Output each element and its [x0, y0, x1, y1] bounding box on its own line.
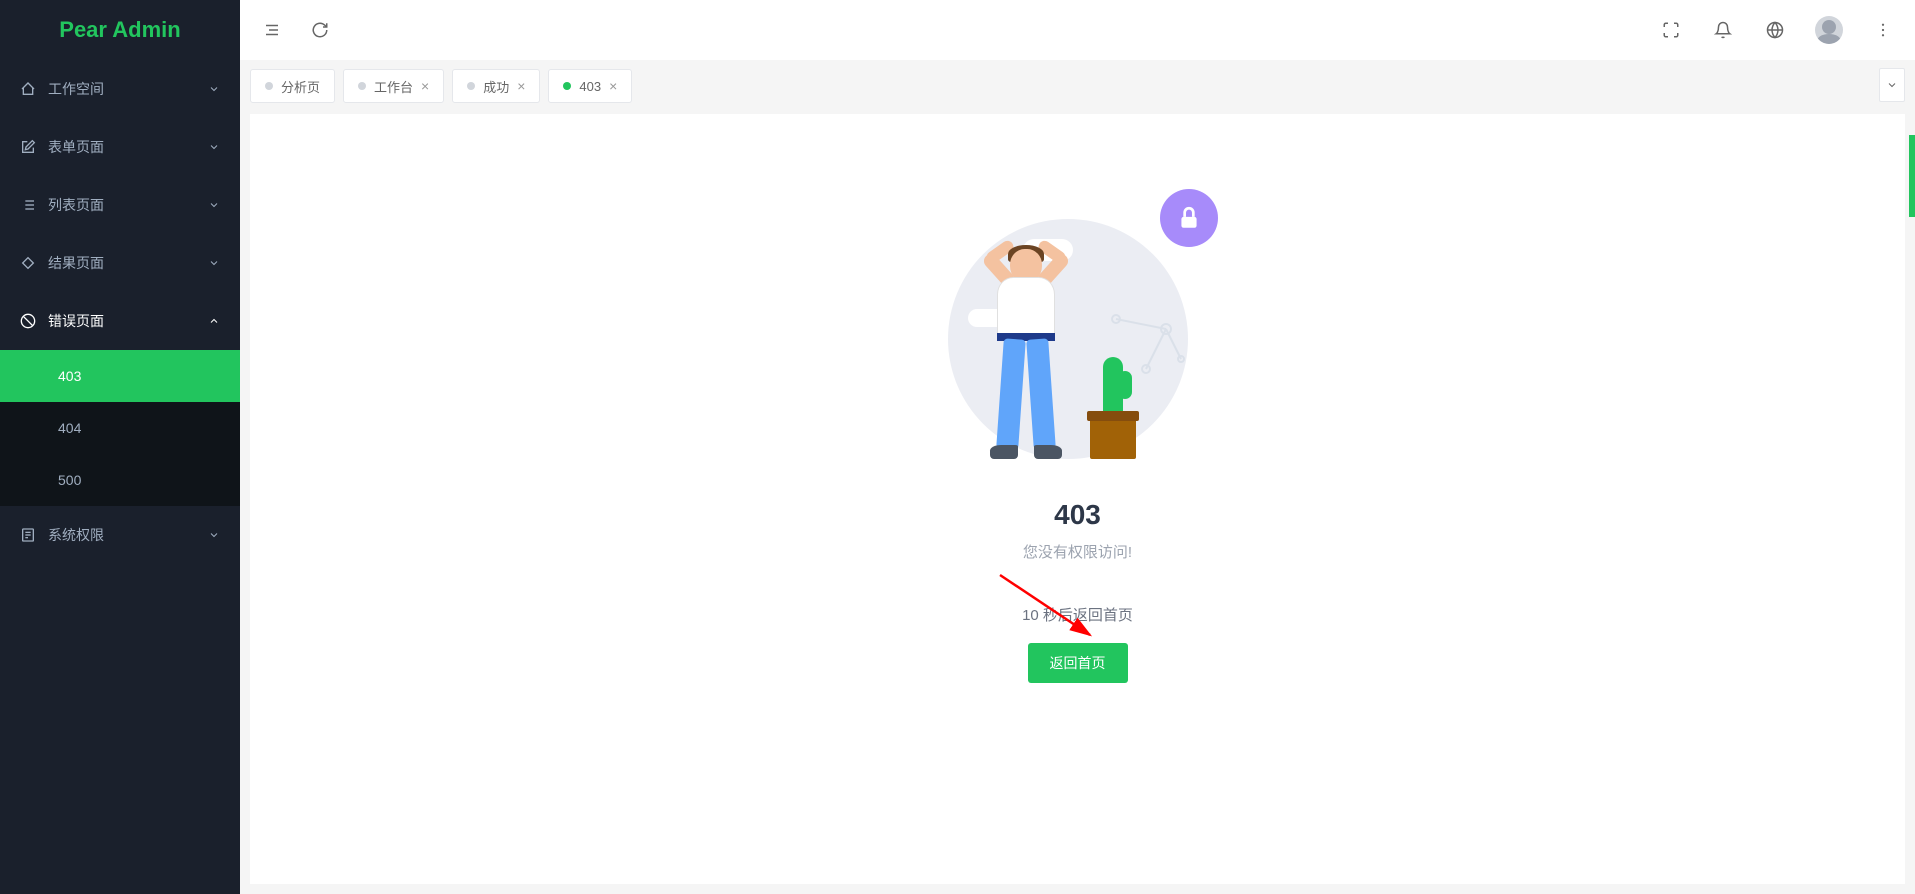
collapse-button[interactable] [260, 18, 284, 42]
error-subtitle: 您没有权限访问! [1023, 541, 1132, 562]
error-title: 403 [1054, 499, 1101, 531]
sidebar-item-error[interactable]: 错误页面 [0, 292, 240, 350]
sidebar-item-result[interactable]: 结果页面 [0, 234, 240, 292]
sidebar-item-workspace[interactable]: 工作空间 [0, 60, 240, 118]
tab-403[interactable]: 403 × [548, 69, 632, 103]
more-button[interactable] [1871, 18, 1895, 42]
sidebar-submenu-error: 403 404 500 [0, 350, 240, 506]
sidebar-item-label: 工作空间 [48, 79, 208, 99]
logo-text: Pear Admin [59, 17, 180, 43]
tabs-bar: 分析页 工作台 × 成功 × 403 × [240, 60, 1915, 104]
tab-analysis[interactable]: 分析页 [250, 69, 335, 103]
sidebar-subitem-500[interactable]: 500 [0, 454, 240, 506]
header-right [1659, 16, 1895, 44]
sidebar-subitem-label: 403 [58, 368, 81, 384]
chevron-down-icon [208, 257, 220, 269]
block-icon [20, 313, 36, 329]
error-illustration [938, 189, 1218, 469]
chevron-down-icon [208, 199, 220, 211]
tab-dot-icon [563, 82, 571, 90]
lock-icon [1160, 189, 1218, 247]
sidebar-subitem-label: 500 [58, 472, 81, 488]
sidebar-subitem-404[interactable]: 404 [0, 402, 240, 454]
tab-success[interactable]: 成功 × [452, 69, 540, 103]
chevron-down-icon [208, 83, 220, 95]
sidebar-item-form[interactable]: 表单页面 [0, 118, 240, 176]
accent-strip [1909, 135, 1915, 217]
main: 分析页 工作台 × 成功 × 403 × [240, 0, 1915, 894]
chevron-up-icon [208, 315, 220, 327]
sidebar: Pear Admin 工作空间 表单页面 列 [0, 0, 240, 894]
fullscreen-button[interactable] [1659, 18, 1683, 42]
sidebar-item-label: 错误页面 [48, 311, 208, 331]
sidebar-item-list[interactable]: 列表页面 [0, 176, 240, 234]
avatar[interactable] [1815, 16, 1843, 44]
content: 403 您没有权限访问! 10 秒后返回首页 返回首页 [250, 114, 1905, 884]
sidebar-subitem-403[interactable]: 403 [0, 350, 240, 402]
sidebar-item-label: 列表页面 [48, 195, 208, 215]
close-icon[interactable]: × [517, 78, 525, 94]
return-home-button[interactable]: 返回首页 [1028, 643, 1128, 683]
tab-label: 工作台 [374, 77, 413, 96]
tab-dot-icon [265, 82, 273, 90]
list-icon [20, 197, 36, 213]
tag-icon [20, 255, 36, 271]
edit-icon [20, 139, 36, 155]
tab-dot-icon [467, 82, 475, 90]
header [240, 0, 1915, 60]
error-countdown: 10 秒后返回首页 [1022, 604, 1133, 625]
refresh-button[interactable] [308, 18, 332, 42]
tab-label: 403 [579, 79, 601, 94]
tab-label: 分析页 [281, 77, 320, 96]
tab-dot-icon [358, 82, 366, 90]
tabs-expand-button[interactable] [1879, 68, 1905, 102]
tab-workbench[interactable]: 工作台 × [343, 69, 444, 103]
tabs: 分析页 工作台 × 成功 × 403 × [250, 69, 632, 103]
doc-icon [20, 527, 36, 543]
logo[interactable]: Pear Admin [0, 0, 240, 60]
home-icon [20, 81, 36, 97]
chevron-down-icon [208, 141, 220, 153]
sidebar-item-label: 结果页面 [48, 253, 208, 273]
header-left [260, 18, 332, 42]
sidebar-item-label: 表单页面 [48, 137, 208, 157]
sidebar-item-permission[interactable]: 系统权限 [0, 506, 240, 564]
notification-button[interactable] [1711, 18, 1735, 42]
tab-label: 成功 [483, 77, 509, 96]
close-icon[interactable]: × [421, 78, 429, 94]
language-button[interactable] [1763, 18, 1787, 42]
chevron-down-icon [208, 529, 220, 541]
sidebar-item-label: 系统权限 [48, 525, 208, 545]
close-icon[interactable]: × [609, 78, 617, 94]
sidebar-subitem-label: 404 [58, 420, 81, 436]
